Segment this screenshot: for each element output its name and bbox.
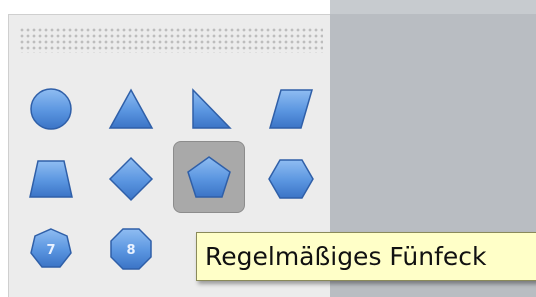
- background-top-band: [330, 0, 536, 14]
- drag-handle[interactable]: [19, 27, 323, 53]
- heptagon-icon: 7: [30, 228, 72, 268]
- shape-octagon-button[interactable]: 8: [95, 213, 167, 285]
- octagon-badge: 8: [126, 243, 135, 258]
- shape-pentagon-button[interactable]: [173, 141, 245, 213]
- right-triangle-icon: [192, 88, 232, 129]
- shape-heptagon-button[interactable]: 7: [15, 213, 87, 285]
- octagon-icon: 8: [110, 228, 152, 270]
- shape-parallelogram-button[interactable]: [255, 73, 327, 145]
- trapezoid-icon: [29, 160, 73, 198]
- shape-hexagon-button[interactable]: [255, 143, 327, 215]
- hexagon-icon: [268, 159, 314, 199]
- heptagon-badge: 7: [46, 243, 55, 258]
- triangle-icon: [108, 88, 154, 129]
- circle-icon: [30, 88, 72, 130]
- shape-circle-button[interactable]: [15, 73, 87, 145]
- parallelogram-icon: [269, 89, 313, 129]
- shape-diamond-button[interactable]: [95, 143, 167, 215]
- shape-tooltip: Regelmäßiges Fünfeck: [196, 232, 536, 281]
- tooltip-text: Regelmäßiges Fünfeck: [205, 242, 487, 271]
- diamond-icon: [108, 156, 154, 202]
- shape-right-triangle-button[interactable]: [175, 73, 247, 145]
- shape-trapezoid-button[interactable]: [15, 143, 87, 215]
- shape-triangle-button[interactable]: [95, 73, 167, 145]
- pentagon-icon: [187, 156, 231, 198]
